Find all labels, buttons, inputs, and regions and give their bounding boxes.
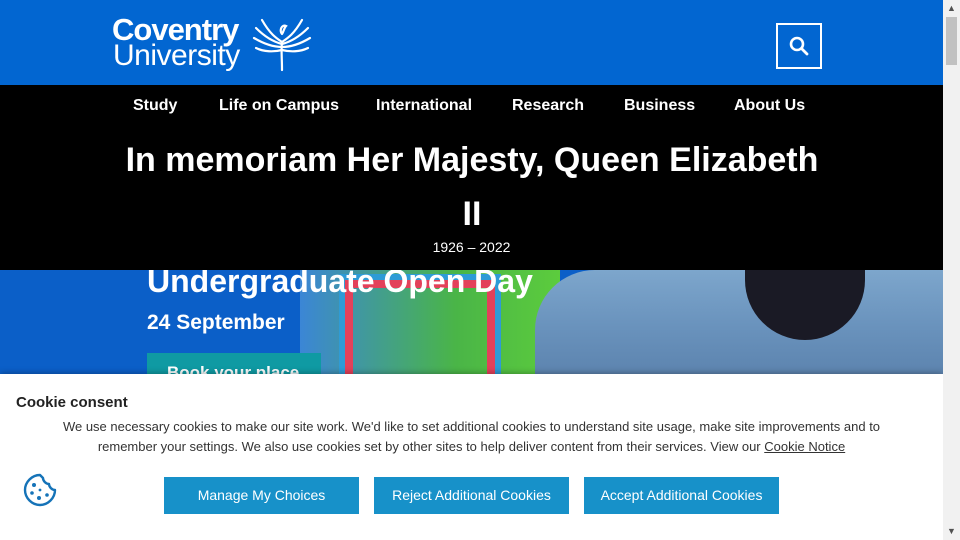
search-button[interactable] [776, 23, 822, 69]
logo-text-line2: University [113, 39, 240, 72]
cookie-consent-text: We use necessary cookies to make our sit… [60, 417, 883, 457]
phoenix-logo-icon [252, 18, 312, 72]
hero-date: 24 September [147, 311, 285, 334]
site-header: Coventry University [0, 0, 943, 85]
cookie-consent-body: We use necessary cookies to make our sit… [62, 419, 881, 454]
hero-title: Undergraduate Open Day [147, 270, 533, 299]
vertical-scrollbar[interactable]: ▲ ▼ [943, 0, 960, 540]
accept-cookies-button[interactable]: Accept Additional Cookies [584, 477, 779, 514]
memorial-banner: Study Life on Campus International Resea… [0, 85, 943, 270]
memorial-title: In memoriam Her Majesty, Queen Elizabeth… [125, 141, 819, 233]
hero-banner: Undergraduate Open Day 24 September Book… [0, 270, 943, 380]
search-icon [789, 36, 809, 56]
cookie-icon[interactable] [22, 472, 58, 508]
main-navigation: Study Life on Campus International Resea… [0, 85, 943, 127]
memorial-dates: 1926 – 2022 [432, 239, 511, 255]
manage-choices-button[interactable]: Manage My Choices [164, 477, 359, 514]
nav-item-study[interactable]: Study [133, 97, 177, 115]
coventry-university-logo[interactable]: Coventry University [112, 14, 312, 72]
hero-person-image [535, 270, 943, 380]
cookie-consent-banner: Cookie consent We use necessary cookies … [0, 374, 943, 540]
nav-item-life-on-campus[interactable]: Life on Campus [219, 97, 339, 115]
scroll-down-arrow-icon[interactable]: ▼ [943, 523, 960, 540]
scrollbar-thumb[interactable] [946, 17, 957, 65]
nav-item-research[interactable]: Research [512, 97, 584, 115]
nav-item-international[interactable]: International [376, 97, 472, 115]
cookie-notice-link[interactable]: Cookie Notice [764, 439, 845, 454]
nav-item-business[interactable]: Business [624, 97, 695, 115]
reject-cookies-button[interactable]: Reject Additional Cookies [374, 477, 569, 514]
nav-item-about-us[interactable]: About Us [734, 97, 805, 115]
page: Coventry University Study Life on Campus… [0, 0, 943, 540]
scroll-up-arrow-icon[interactable]: ▲ [943, 0, 960, 17]
cookie-consent-title: Cookie consent [16, 394, 128, 411]
